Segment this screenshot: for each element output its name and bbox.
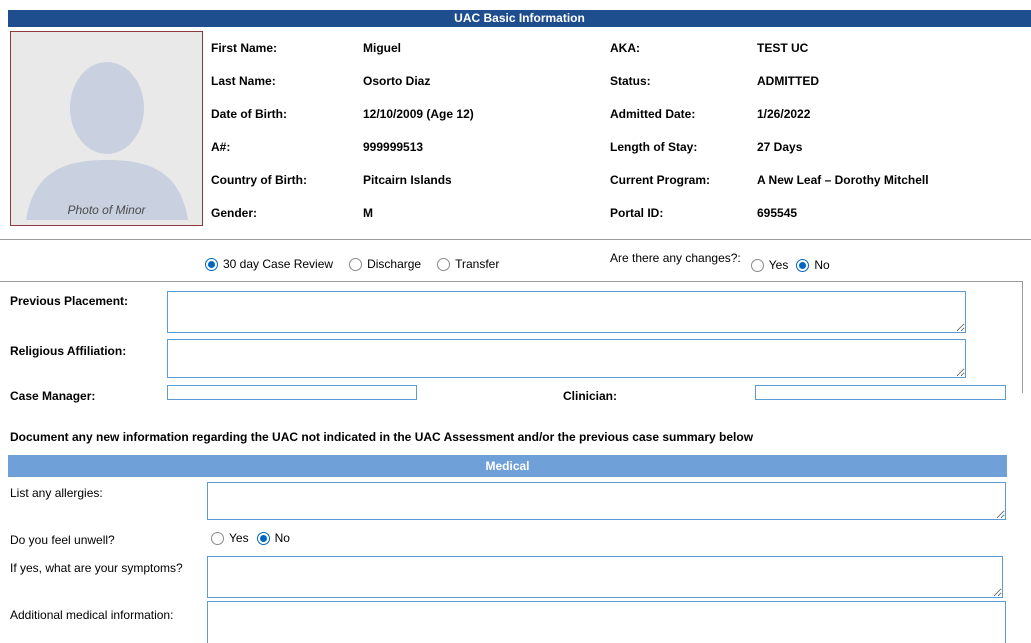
radio-circle-icon <box>205 258 218 271</box>
additional-medical-label: Additional medical information: <box>10 608 173 622</box>
symptoms-label: If yes, what are your symptoms? <box>10 561 183 575</box>
basic-info-section-title: UAC Basic Information <box>454 11 585 25</box>
medical-section-header: Medical <box>8 455 1007 477</box>
clinician-label: Clinician: <box>563 389 617 403</box>
radio-option-changes-yes[interactable]: Yes <box>751 258 789 272</box>
previous-placement-textarea[interactable] <box>167 291 966 333</box>
length-of-stay-value: 27 Days <box>757 140 802 154</box>
radio-option-label: 30 day Case Review <box>223 257 333 271</box>
unwell-radio-group: Yes No <box>211 531 290 545</box>
info-row-current-program: Current Program: A New Leaf – Dorothy Mi… <box>610 163 929 196</box>
minor-silhouette-icon <box>18 40 197 220</box>
info-row-first-name: First Name: Miguel <box>211 31 474 64</box>
gender-value: M <box>363 206 373 220</box>
previous-placement-label: Previous Placement: <box>10 294 128 308</box>
allergies-textarea[interactable] <box>207 482 1006 520</box>
radio-option-label: Yes <box>229 531 249 545</box>
first-name-value: Miguel <box>363 41 401 55</box>
clinician-input[interactable] <box>755 385 1006 400</box>
info-row-portal-id: Portal ID: 695545 <box>610 196 929 229</box>
radio-circle-icon <box>211 532 224 545</box>
info-row-country-of-birth: Country of Birth: Pitcairn Islands <box>211 163 474 196</box>
date-of-birth-value: 12/10/2009 (Age 12) <box>363 107 474 121</box>
photo-of-minor: Photo of Minor <box>10 31 203 226</box>
radio-circle-icon <box>751 259 764 272</box>
radio-option-unwell-no[interactable]: No <box>257 531 290 545</box>
basic-info-left-column: First Name: Miguel Last Name: Osorto Dia… <box>211 31 474 229</box>
additional-medical-textarea[interactable] <box>207 601 1006 643</box>
radio-option-30-day-case-review[interactable]: 30 day Case Review <box>205 257 333 271</box>
country-of-birth-label: Country of Birth: <box>211 173 363 187</box>
info-row-length-of-stay: Length of Stay: 27 Days <box>610 130 929 163</box>
allergies-label: List any allergies: <box>10 486 103 500</box>
a-number-value: 999999513 <box>363 140 423 154</box>
new-information-instruction: Document any new information regarding t… <box>10 430 753 444</box>
basic-info-right-column: AKA: TEST UC Status: ADMITTED Admitted D… <box>610 31 929 229</box>
radio-option-label: No <box>275 531 290 545</box>
symptoms-textarea[interactable] <box>207 556 1003 598</box>
medical-section-title: Medical <box>485 459 529 473</box>
admitted-date-label: Admitted Date: <box>610 107 757 121</box>
radio-option-label: Yes <box>769 258 789 272</box>
info-row-date-of-birth: Date of Birth: 12/10/2009 (Age 12) <box>211 97 474 130</box>
radio-option-label: Transfer <box>455 257 499 271</box>
basic-info-section-header: UAC Basic Information <box>8 10 1031 27</box>
status-label: Status: <box>610 74 757 88</box>
radio-circle-icon <box>257 532 270 545</box>
uac-case-review-page: UAC Basic Information Photo of Minor Fir… <box>0 0 1031 643</box>
gender-label: Gender: <box>211 206 363 220</box>
radio-circle-icon <box>349 258 362 271</box>
a-number-label: A#: <box>211 140 363 154</box>
info-row-gender: Gender: M <box>211 196 474 229</box>
date-of-birth-label: Date of Birth: <box>211 107 363 121</box>
radio-option-discharge[interactable]: Discharge <box>349 257 421 271</box>
portal-id-value: 695545 <box>757 206 797 220</box>
case-manager-input[interactable] <box>167 385 417 400</box>
radio-option-changes-no[interactable]: No <box>796 258 829 272</box>
current-program-value: A New Leaf – Dorothy Mitchell <box>757 173 929 187</box>
review-type-radio-group: 30 day Case Review Discharge Transfer <box>205 257 515 271</box>
religious-affiliation-textarea[interactable] <box>167 339 966 378</box>
last-name-label: Last Name: <box>211 74 363 88</box>
photo-caption: Photo of Minor <box>11 203 202 217</box>
radio-option-label: Discharge <box>367 257 421 271</box>
last-name-value: Osorto Diaz <box>363 74 430 88</box>
country-of-birth-value: Pitcairn Islands <box>363 173 452 187</box>
changes-question-group: Are there any changes?: Yes No <box>610 251 838 272</box>
info-row-status: Status: ADMITTED <box>610 64 929 97</box>
info-row-aka: AKA: TEST UC <box>610 31 929 64</box>
radio-circle-icon <box>437 258 450 271</box>
info-row-last-name: Last Name: Osorto Diaz <box>211 64 474 97</box>
length-of-stay-label: Length of Stay: <box>610 140 757 154</box>
radio-circle-icon <box>796 259 809 272</box>
radio-option-label: No <box>814 258 829 272</box>
religious-affiliation-label: Religious Affiliation: <box>10 344 126 358</box>
first-name-label: First Name: <box>211 41 363 55</box>
changes-question-label: Are there any changes?: <box>610 251 741 265</box>
info-row-a-number: A#: 999999513 <box>211 130 474 163</box>
status-value: ADMITTED <box>757 74 819 88</box>
radio-option-unwell-yes[interactable]: Yes <box>211 531 249 545</box>
info-row-admitted-date: Admitted Date: 1/26/2022 <box>610 97 929 130</box>
aka-value: TEST UC <box>757 41 808 55</box>
current-program-label: Current Program: <box>610 173 757 187</box>
section-divider-top <box>0 239 1031 240</box>
section-divider-bottom <box>0 281 1023 282</box>
admitted-date-value: 1/26/2022 <box>757 107 810 121</box>
form-right-border <box>1022 281 1023 393</box>
radio-option-transfer[interactable]: Transfer <box>437 257 499 271</box>
case-manager-label: Case Manager: <box>10 389 95 403</box>
unwell-question-label: Do you feel unwell? <box>10 533 115 547</box>
portal-id-label: Portal ID: <box>610 206 757 220</box>
aka-label: AKA: <box>610 41 757 55</box>
